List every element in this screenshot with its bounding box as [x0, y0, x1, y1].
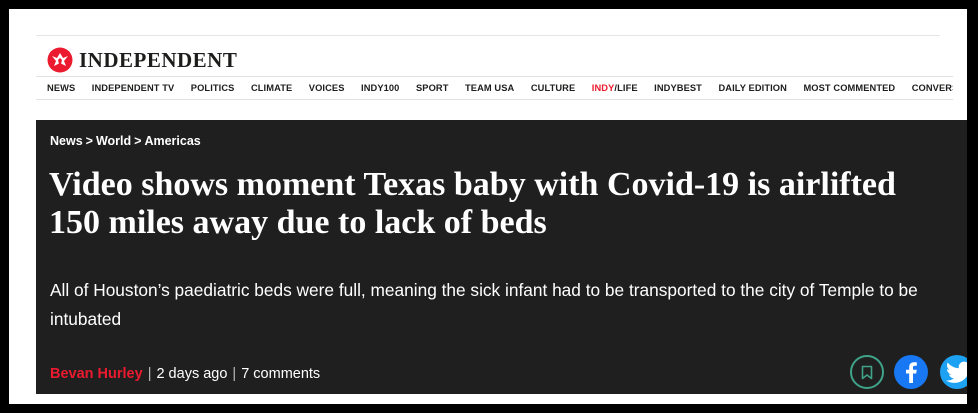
- site-name: INDEPENDENT: [79, 47, 238, 72]
- byline: Bevan Hurley | 2 days ago | 7 comments: [50, 366, 320, 382]
- breadcrumb-world[interactable]: World: [96, 134, 131, 148]
- article-standfirst: All of Houston’s paediatric beds were fu…: [50, 280, 918, 329]
- nav-item-voices[interactable]: VOICES: [309, 83, 345, 93]
- nav-indy-part: INDY: [591, 83, 615, 93]
- published-time: 2 days ago: [156, 366, 228, 382]
- breadcrumb-separator: >: [85, 134, 93, 148]
- byline-separator: |: [147, 366, 152, 382]
- facebook-share-button[interactable]: [894, 355, 928, 389]
- twitter-share-button[interactable]: [940, 355, 967, 389]
- nav-item-daily-edition[interactable]: DAILY EDITION: [718, 83, 786, 93]
- comments-link[interactable]: 7 comments: [241, 366, 320, 382]
- main-nav: NEWS INDEPENDENT TV POLITICS CLIMATE VOI…: [36, 76, 953, 100]
- nav-item-conversations[interactable]: CONVERSATIONS: [912, 83, 953, 93]
- eagle-logo-icon: [47, 47, 73, 73]
- nav-item-indy-life[interactable]: INDY/LIFE: [592, 83, 638, 93]
- nav-item-independent-tv[interactable]: INDEPENDENT TV: [92, 83, 175, 93]
- page: INDEPENDENT NEWS INDEPENDENT TV POLITICS…: [9, 9, 967, 404]
- facebook-icon: [906, 362, 917, 383]
- breadcrumb-separator: >: [134, 134, 142, 148]
- article-headline: Video shows moment Texas baby with Covid…: [49, 166, 896, 241]
- author-link[interactable]: Bevan Hurley: [50, 366, 143, 382]
- site-logo[interactable]: INDEPENDENT: [47, 43, 237, 77]
- nav-item-indybest[interactable]: INDYBEST: [654, 83, 702, 93]
- byline-separator: |: [232, 366, 237, 382]
- screenshot-frame: INDEPENDENT NEWS INDEPENDENT TV POLITICS…: [0, 0, 978, 413]
- nav-item-most-commented[interactable]: MOST COMMENTED: [803, 83, 895, 93]
- breadcrumb-news[interactable]: News: [50, 134, 83, 148]
- top-divider: [36, 35, 940, 36]
- breadcrumb-americas[interactable]: Americas: [144, 134, 200, 148]
- article-hero: News > World > Americas Video shows moment T…: [36, 120, 967, 394]
- bookmark-icon: [861, 365, 873, 379]
- nav-item-culture[interactable]: CULTURE: [531, 83, 575, 93]
- breadcrumb: News > World > Americas: [50, 134, 201, 148]
- nav-life-part: LIFE: [617, 83, 638, 93]
- twitter-icon: [946, 361, 967, 383]
- bookmark-button[interactable]: [850, 355, 884, 389]
- nav-item-climate[interactable]: CLIMATE: [251, 83, 292, 93]
- nav-item-team-usa[interactable]: TEAM USA: [465, 83, 514, 93]
- nav-item-sport[interactable]: SPORT: [416, 83, 449, 93]
- nav-item-indy100[interactable]: INDY100: [361, 83, 399, 93]
- nav-item-politics[interactable]: POLITICS: [191, 83, 235, 93]
- nav-item-news[interactable]: NEWS: [47, 83, 75, 93]
